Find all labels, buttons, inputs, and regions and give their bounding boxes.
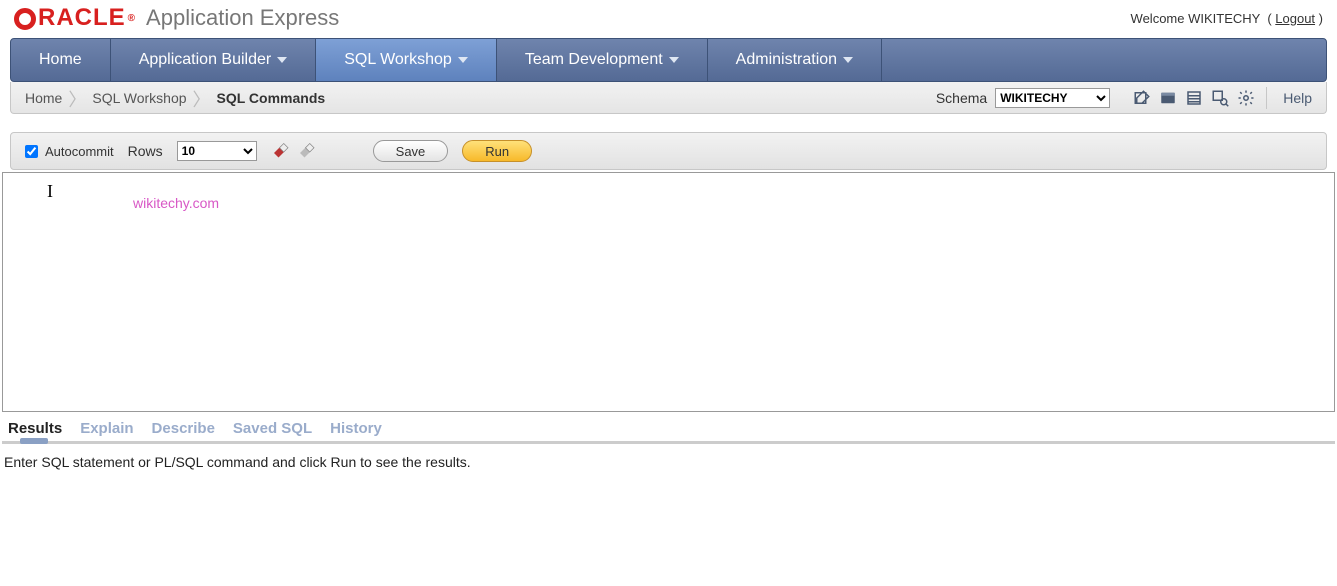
crumb-home[interactable]: Home xyxy=(19,90,68,106)
sql-toolbar: Autocommit Rows 10 Save Run xyxy=(10,132,1327,170)
window-icon[interactable] xyxy=(1158,88,1178,108)
format-icon[interactable] xyxy=(297,141,315,162)
oracle-logo: RACLE® xyxy=(14,4,136,32)
chevron-down-icon xyxy=(843,57,853,63)
nav-admin-label: Administration xyxy=(736,51,837,69)
chevron-down-icon xyxy=(458,57,468,63)
logout-link[interactable]: Logout xyxy=(1275,11,1315,26)
subbar-right: Schema WIKITECHY Help xyxy=(936,87,1318,109)
chevron-down-icon xyxy=(669,57,679,63)
edit-icon[interactable] xyxy=(1132,88,1152,108)
rows-label: Rows xyxy=(128,143,163,159)
sql-editor[interactable]: I wikitechy.com xyxy=(2,172,1335,412)
nav-administration[interactable]: Administration xyxy=(708,39,882,81)
run-button[interactable]: Run xyxy=(462,140,532,162)
welcome-prefix: Welcome xyxy=(1131,11,1189,26)
nav-app-builder-label: Application Builder xyxy=(139,51,272,69)
breadcrumb-sep-icon: 〉 xyxy=(68,86,86,112)
welcome-user: WIKITECHY xyxy=(1188,11,1260,26)
save-button[interactable]: Save xyxy=(373,140,449,162)
schema-label: Schema xyxy=(936,90,987,106)
tab-explain[interactable]: Explain xyxy=(80,420,133,437)
nav-home-label: Home xyxy=(39,51,82,69)
tab-history[interactable]: History xyxy=(330,420,382,437)
schema-select[interactable]: WIKITECHY xyxy=(995,88,1110,108)
chevron-down-icon xyxy=(277,57,287,63)
app-title: Application Express xyxy=(146,5,339,31)
nav-home[interactable]: Home xyxy=(11,39,111,81)
divider xyxy=(1266,87,1267,109)
gear-icon[interactable] xyxy=(1236,88,1256,108)
help-link[interactable]: Help xyxy=(1277,90,1318,106)
result-tabs: Results Explain Describe Saved SQL Histo… xyxy=(0,412,1337,441)
header-bar: RACLE® Application Express Welcome WIKIT… xyxy=(0,0,1337,38)
main-nav: Home Application Builder SQL Workshop Te… xyxy=(10,38,1327,82)
autocommit-label: Autocommit xyxy=(45,144,114,159)
nav-sql-workshop-label: SQL Workshop xyxy=(344,51,452,69)
tab-describe[interactable]: Describe xyxy=(152,420,215,437)
breadcrumb-bar: Home 〉 SQL Workshop 〉 SQL Commands Schem… xyxy=(10,82,1327,114)
crumb-sql-commands: SQL Commands xyxy=(211,90,332,106)
crumb-sql-workshop[interactable]: SQL Workshop xyxy=(86,90,192,106)
tab-results[interactable]: Results xyxy=(8,420,62,437)
text-cursor-icon: I xyxy=(47,181,53,202)
tab-saved-sql[interactable]: Saved SQL xyxy=(233,420,312,437)
nav-team-dev-label: Team Development xyxy=(525,51,663,69)
tab-underline xyxy=(2,441,1335,444)
rows-select[interactable]: 10 xyxy=(177,141,257,161)
search-table-icon[interactable] xyxy=(1210,88,1230,108)
nav-sql-workshop[interactable]: SQL Workshop xyxy=(316,39,497,81)
editor-watermark: wikitechy.com xyxy=(133,195,219,211)
welcome-text: Welcome WIKITECHY ( Logout ) xyxy=(1131,11,1323,26)
autocommit-checkbox[interactable] xyxy=(25,145,38,158)
autocommit-control[interactable]: Autocommit xyxy=(21,142,114,161)
nav-application-builder[interactable]: Application Builder xyxy=(111,39,317,81)
nav-team-development[interactable]: Team Development xyxy=(497,39,708,81)
results-message: Enter SQL statement or PL/SQL command an… xyxy=(0,448,1337,476)
breadcrumb-sep-icon: 〉 xyxy=(193,86,211,112)
clear-icon[interactable] xyxy=(271,141,289,162)
list-icon[interactable] xyxy=(1184,88,1204,108)
